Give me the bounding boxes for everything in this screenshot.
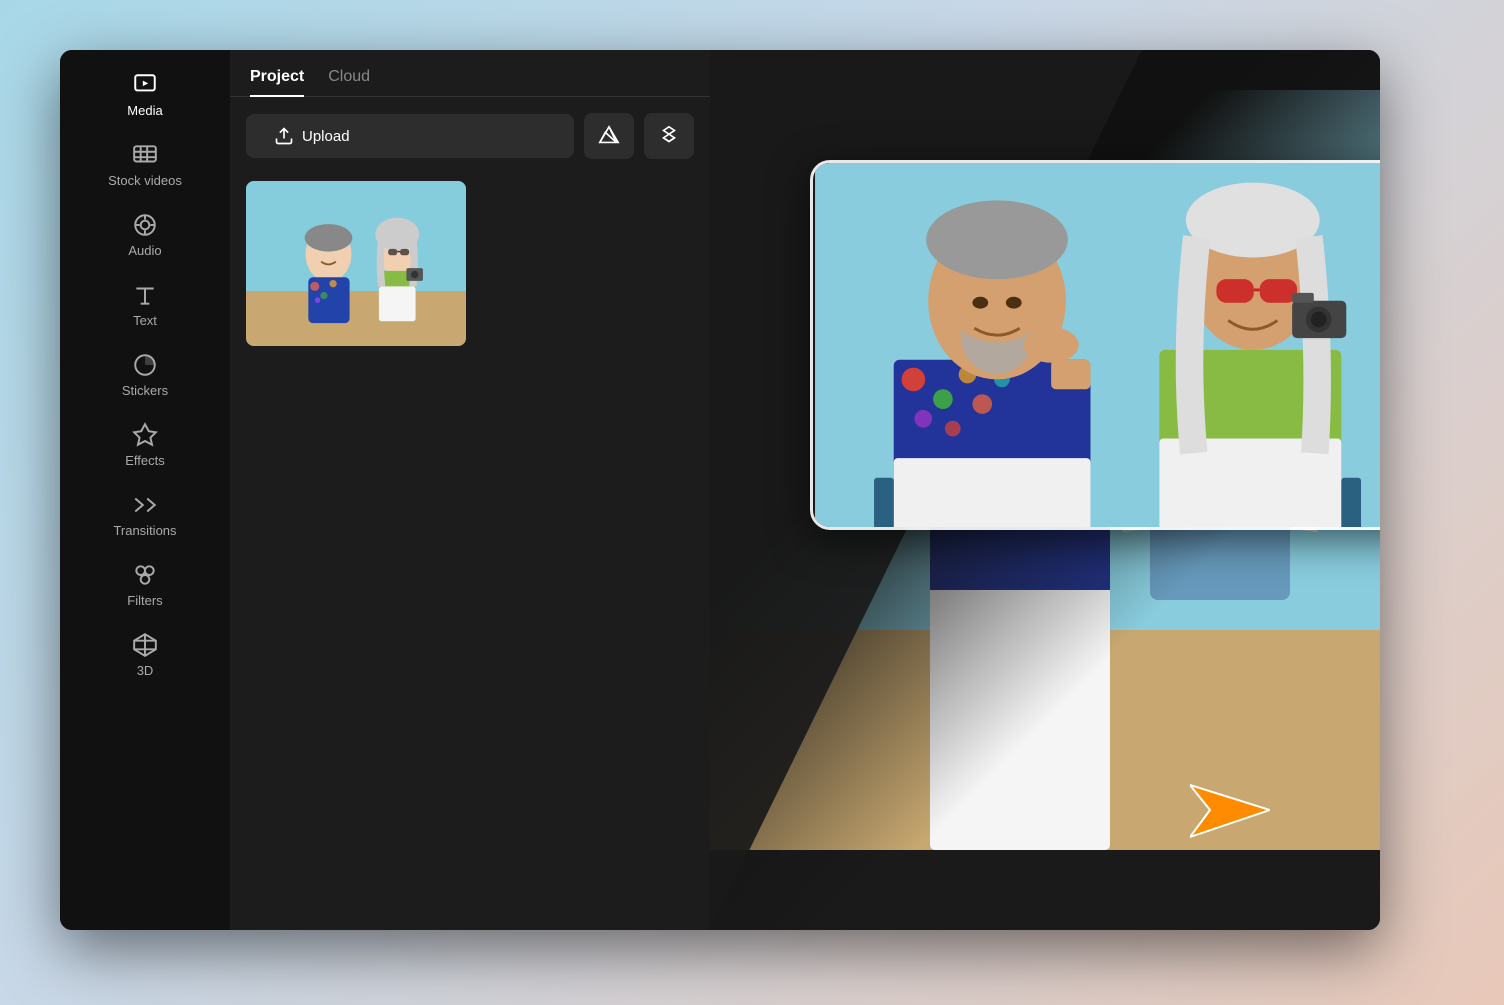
upload-area: Upload bbox=[230, 97, 710, 171]
cursor-arrow-icon bbox=[1190, 775, 1270, 845]
upload-button[interactable]: Upload bbox=[246, 114, 574, 158]
media-grid bbox=[230, 171, 710, 356]
media-thumb-img-1 bbox=[246, 181, 466, 346]
sidebar-item-stock-videos[interactable]: Stock videos bbox=[60, 130, 230, 200]
sidebar-item-audio[interactable]: Audio bbox=[60, 200, 230, 270]
sidebar-item-text[interactable]: Text bbox=[60, 270, 230, 340]
cursor-arrow bbox=[1190, 775, 1270, 850]
sidebar-item-stickers[interactable]: Stickers bbox=[60, 340, 230, 410]
dropbox-button[interactable] bbox=[644, 113, 694, 159]
sidebar-item-3d[interactable]: 3D bbox=[60, 620, 230, 690]
sidebar-label-3d: 3D bbox=[137, 663, 154, 678]
app-window: Media Stock videos Audio bbox=[60, 50, 1380, 930]
main-content: Project Cloud Upload bbox=[230, 50, 1380, 930]
player-area: Player bbox=[710, 50, 1380, 930]
sidebar-item-transitions[interactable]: Transitions bbox=[60, 480, 230, 550]
featured-photo-img bbox=[813, 163, 1380, 527]
sidebar-label-media: Media bbox=[127, 103, 162, 118]
tab-project[interactable]: Project bbox=[250, 68, 304, 96]
sidebar-label-effects: Effects bbox=[125, 453, 165, 468]
sidebar-item-filters[interactable]: Filters bbox=[60, 550, 230, 620]
google-drive-button[interactable] bbox=[584, 113, 634, 159]
sidebar-label-filters: Filters bbox=[127, 593, 162, 608]
sidebar-label-transitions: Transitions bbox=[113, 523, 176, 538]
upload-label: Upload bbox=[302, 128, 350, 145]
tab-cloud[interactable]: Cloud bbox=[328, 68, 370, 96]
photo-collage bbox=[710, 50, 1380, 930]
sidebar-item-media[interactable]: Media bbox=[60, 60, 230, 130]
sidebar-label-stock-videos: Stock videos bbox=[108, 173, 182, 188]
tab-bar: Project Cloud bbox=[230, 50, 710, 97]
upload-icon bbox=[274, 126, 294, 146]
featured-photo[interactable] bbox=[810, 160, 1380, 530]
sidebar-item-effects[interactable]: Effects bbox=[60, 410, 230, 480]
sidebar: Media Stock videos Audio bbox=[60, 50, 230, 930]
media-thumbnail-1[interactable] bbox=[246, 181, 466, 346]
left-panel: Project Cloud Upload bbox=[230, 50, 710, 930]
sidebar-label-audio: Audio bbox=[128, 243, 161, 258]
sidebar-label-text: Text bbox=[133, 313, 157, 328]
sidebar-label-stickers: Stickers bbox=[122, 383, 168, 398]
content-area: Project Cloud Upload bbox=[230, 50, 1380, 930]
google-drive-icon bbox=[598, 125, 620, 147]
dropbox-icon bbox=[658, 125, 680, 147]
